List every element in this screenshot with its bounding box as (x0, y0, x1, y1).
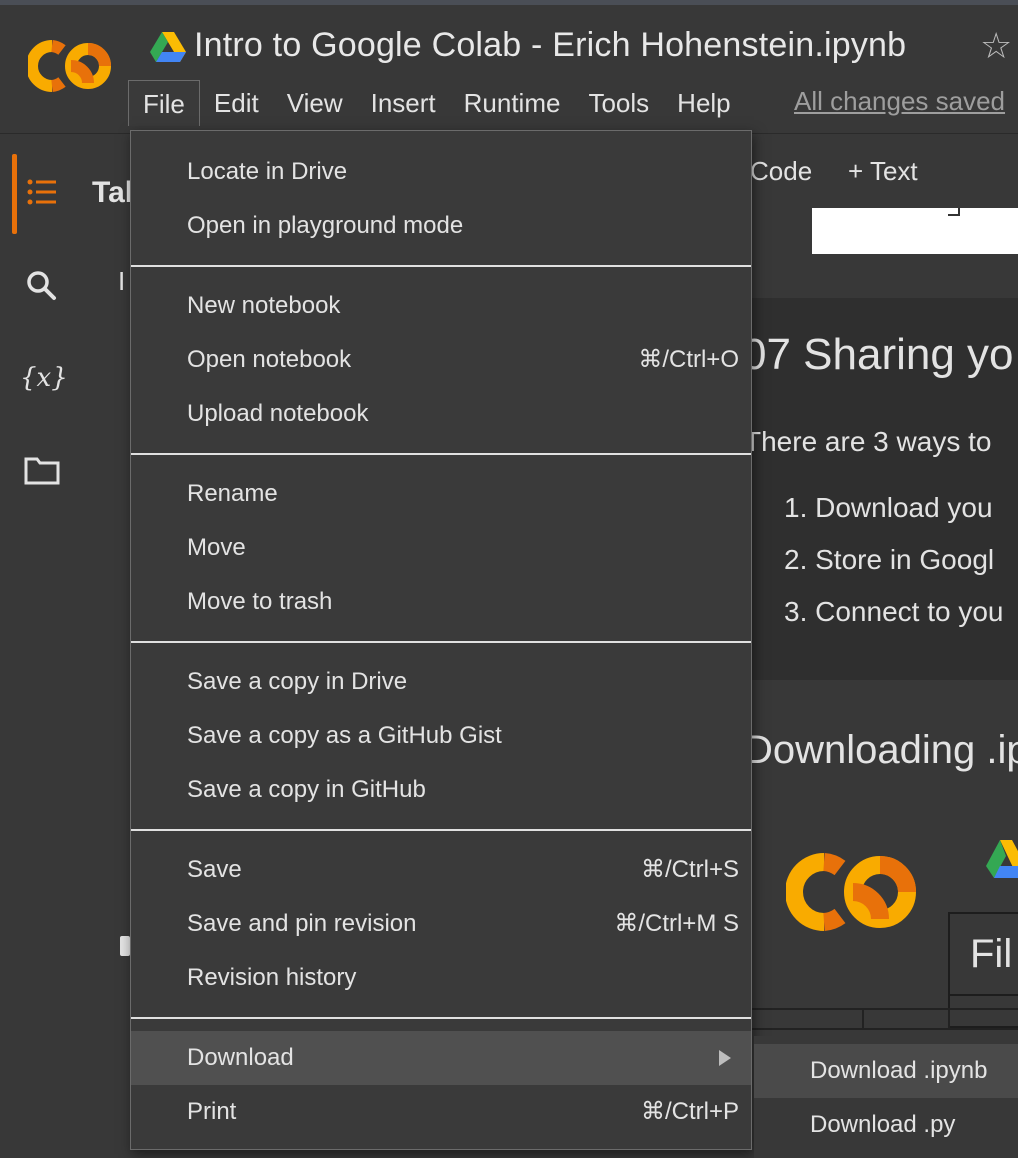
menu-save-pin-revision[interactable]: Save and pin revision ⌘/Ctrl+M S (131, 897, 751, 951)
search-icon[interactable] (22, 266, 62, 306)
menu-locate-in-drive[interactable]: Locate in Drive (131, 145, 751, 199)
variables-icon[interactable]: {x} (20, 358, 68, 398)
download-submenu: Download .ipynb Download .py (754, 1036, 1018, 1158)
menu-item-label: Move to trash (187, 588, 333, 615)
toc-title: Tal (92, 176, 134, 209)
menu-print[interactable]: Print ⌘/Ctrl+P (131, 1085, 751, 1139)
menu-shortcut: ⌘/Ctrl+S (640, 856, 739, 883)
colab-logo-icon[interactable] (28, 40, 112, 92)
menu-open-notebook[interactable]: Open notebook ⌘/Ctrl+O (131, 333, 751, 387)
add-text-button[interactable]: + Text (848, 156, 918, 187)
colab-logo-image-icon (786, 853, 916, 931)
menu-item-label: Save and pin revision (187, 910, 417, 937)
menu-shortcut: ⌘/Ctrl+M S (614, 910, 739, 937)
menu-download[interactable]: Download (131, 1031, 751, 1085)
menu-file[interactable]: File (128, 80, 200, 126)
menu-item-label: Download .ipynb (810, 1057, 988, 1084)
toc-entry[interactable]: I (118, 266, 125, 297)
folder-icon[interactable] (22, 450, 62, 490)
saved-status-link[interactable]: All changes saved (794, 86, 1005, 117)
menu-upload-notebook[interactable]: Upload notebook (131, 387, 751, 441)
cell-paragraph: There are 3 ways to (744, 426, 992, 457)
menu-item-label: Download (187, 1044, 294, 1071)
notebook-title[interactable]: Intro to Google Colab - Erich Hohenstein… (194, 26, 906, 65)
menu-separator (131, 829, 751, 831)
menu-new-notebook[interactable]: New notebook (131, 279, 751, 333)
menu-item-label: Rename (187, 480, 278, 507)
menu-view[interactable]: View (273, 80, 357, 126)
menu-shortcut: ⌘/Ctrl+P (640, 1098, 739, 1125)
menu-item-label: Save a copy as a GitHub Gist (187, 722, 502, 749)
list-item: 3. Connect to you (784, 596, 1004, 627)
add-code-button[interactable]: Code (750, 156, 812, 187)
menu-open-playground[interactable]: Open in playground mode (131, 199, 751, 253)
divider (752, 1028, 1018, 1030)
menu-separator (131, 453, 751, 455)
menu-save-copy-gist[interactable]: Save a copy as a GitHub Gist (131, 709, 751, 763)
menu-item-label: Locate in Drive (187, 158, 348, 185)
menu-edit[interactable]: Edit (200, 80, 273, 126)
menu-item-label: Print (187, 1098, 237, 1125)
embedded-screenshot-text: Fil (970, 932, 1013, 976)
menu-download-ipynb[interactable]: Download .ipynb (754, 1044, 1018, 1098)
toc-icon[interactable] (22, 172, 62, 212)
divider (948, 1008, 950, 1030)
menu-item-label: New notebook (187, 292, 341, 319)
menu-tools[interactable]: Tools (574, 80, 663, 126)
menu-item-label: Open notebook (187, 346, 352, 373)
menu-item-label: Upload notebook (187, 400, 369, 427)
downloading-heading: Downloading .ip (744, 728, 1018, 772)
google-drive-icon[interactable] (150, 30, 186, 62)
divider (752, 1008, 1018, 1010)
menu-item-label: Move (187, 534, 246, 561)
menu-item-label: Revision history (187, 964, 357, 991)
menu-move-to-trash[interactable]: Move to trash (131, 575, 751, 629)
menu-insert[interactable]: Insert (357, 80, 450, 126)
menu-shortcut: ⌘/Ctrl+O (638, 346, 739, 373)
header: Intro to Google Colab - Erich Hohenstein… (0, 0, 1018, 134)
divider (862, 1008, 864, 1030)
section-heading: 07 Sharing yo (742, 330, 1014, 379)
list-item: 1. Download you (784, 492, 993, 523)
menu-item-label: Save a copy in GitHub (187, 776, 426, 803)
google-drive-image-icon (986, 840, 1018, 878)
menu-separator (131, 641, 751, 643)
menu-move[interactable]: Move (131, 521, 751, 575)
menu-save-copy-drive[interactable]: Save a copy in Drive (131, 655, 751, 709)
menu-item-label: Download .py (810, 1111, 956, 1138)
star-icon[interactable]: ☆ (980, 28, 1012, 64)
menu-runtime[interactable]: Runtime (450, 80, 575, 126)
menu-item-label: Save a copy in Drive (187, 668, 408, 695)
submenu-arrow-icon (719, 1050, 731, 1066)
file-menu-dropdown: Locate in Drive Open in playground mode … (130, 130, 752, 1150)
menu-save-copy-github[interactable]: Save a copy in GitHub (131, 763, 751, 817)
toc-section-marker[interactable] (120, 936, 130, 956)
menu-separator (131, 1017, 751, 1019)
menu-rename[interactable]: Rename (131, 467, 751, 521)
menu-bar: File Edit View Insert Runtime Tools Help (128, 80, 745, 126)
menu-item-label: Save (187, 856, 242, 883)
divider (948, 994, 1018, 996)
menu-revision-history[interactable]: Revision history (131, 951, 751, 1005)
menu-save[interactable]: Save ⌘/Ctrl+S (131, 843, 751, 897)
menu-item-label: Open in playground mode (187, 212, 464, 239)
output-image (812, 208, 1018, 254)
sidebar-active-indicator (12, 154, 17, 234)
menu-help[interactable]: Help (663, 80, 744, 126)
list-item: 2. Store in Googl (784, 544, 995, 575)
menu-separator (131, 265, 751, 267)
menu-download-py[interactable]: Download .py (754, 1098, 1018, 1152)
colab-window: Intro to Google Colab - Erich Hohenstein… (0, 0, 1018, 1158)
